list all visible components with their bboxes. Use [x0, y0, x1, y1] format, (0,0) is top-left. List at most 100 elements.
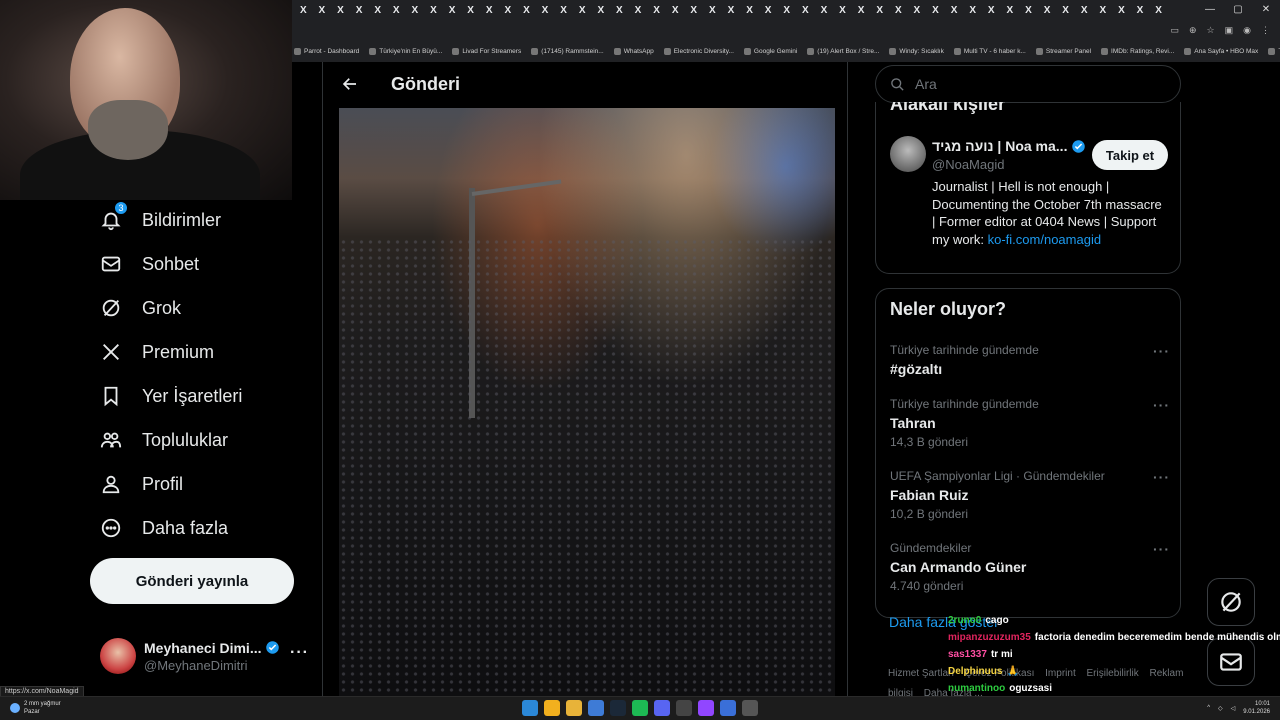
- browser-tab[interactable]: X: [945, 5, 964, 16]
- search-box[interactable]: [875, 65, 1181, 103]
- browser-tab[interactable]: X: [610, 5, 629, 16]
- start-icon[interactable]: [522, 700, 538, 716]
- user-bio-link[interactable]: ko-fi.com/noamagid: [988, 232, 1101, 247]
- browser-tab[interactable]: X: [926, 5, 945, 16]
- browser-tab[interactable]: X: [1112, 5, 1131, 16]
- maximize-button[interactable]: ▢: [1224, 0, 1252, 20]
- browser-tab[interactable]: X: [294, 5, 313, 16]
- browser-tab[interactable]: X: [963, 5, 982, 16]
- browser-tab[interactable]: X: [908, 5, 927, 16]
- bookmark-item[interactable]: IMDb: Ratings, Revi...: [1101, 47, 1174, 55]
- browser-tab[interactable]: X: [796, 5, 815, 16]
- bookmark-item[interactable]: Ana Sayfa • HBO Max: [1184, 47, 1258, 55]
- browser-tab[interactable]: X: [833, 5, 852, 16]
- spotify-icon[interactable]: [632, 700, 648, 716]
- volume-icon[interactable]: ◁: [1231, 705, 1236, 712]
- browser-tab[interactable]: X: [740, 5, 759, 16]
- close-window-button[interactable]: ✕: [1252, 0, 1280, 20]
- browser-tab[interactable]: X: [573, 5, 592, 16]
- bookmark-item[interactable]: Streamer Panel: [1035, 47, 1091, 55]
- nav-premium[interactable]: Premium: [98, 332, 214, 372]
- bookmark-item[interactable]: Google Gemini: [743, 47, 797, 55]
- browser-tab[interactable]: X: [461, 5, 480, 16]
- nav-communities[interactable]: Topluluklar: [98, 420, 228, 460]
- trend-item[interactable]: Gündemdekiler Can Armando Güner 4.740 gö…: [890, 541, 1170, 593]
- browser-tab[interactable]: X: [387, 5, 406, 16]
- browser-tab[interactable]: X: [1019, 5, 1038, 16]
- trend-item[interactable]: Türkiye tarihinde gündemde #gözaltı ···: [890, 343, 1170, 377]
- browser-tab[interactable]: X: [889, 5, 908, 16]
- bookmark-item[interactable]: Multi TV - 6 haber k...: [953, 47, 1026, 55]
- browser-tab[interactable]: X: [1149, 5, 1168, 16]
- cast-icon[interactable]: ▭: [1170, 25, 1179, 36]
- trend-more-icon[interactable]: ···: [1153, 343, 1170, 359]
- bookmark-item[interactable]: Electronic Diversity...: [663, 47, 734, 55]
- browser-tab[interactable]: X: [350, 5, 369, 16]
- search-input[interactable]: [915, 76, 1155, 92]
- trend-more-icon[interactable]: ···: [1153, 541, 1170, 557]
- back-arrow-icon[interactable]: [339, 73, 361, 95]
- app-icon[interactable]: [742, 700, 758, 716]
- trend-item[interactable]: Türkiye tarihinde gündemde Tahran 14,3 B…: [890, 397, 1170, 449]
- grok-fab[interactable]: [1207, 578, 1255, 626]
- profile-icon[interactable]: ◉: [1243, 25, 1251, 36]
- browser-tab[interactable]: X: [499, 5, 518, 16]
- weather-widget[interactable]: 2 mm yağmur Pazar: [10, 700, 61, 716]
- bookmark-item[interactable]: Türkiye'nin En Büyü...: [369, 47, 442, 55]
- browser-tab[interactable]: X: [536, 5, 555, 16]
- browser-tab[interactable]: X: [1131, 5, 1150, 16]
- network-icon[interactable]: ◇: [1218, 705, 1223, 712]
- browser-tab[interactable]: X: [629, 5, 648, 16]
- bookmark-item[interactable]: Parrot - Dashboard: [294, 47, 359, 55]
- extension-icon[interactable]: ▣: [1225, 25, 1234, 36]
- nav-profile[interactable]: Profil: [98, 464, 183, 504]
- browser-tab[interactable]: X: [703, 5, 722, 16]
- nav-notifications[interactable]: 3 Bildirimler: [98, 200, 221, 240]
- app-icon[interactable]: [676, 700, 692, 716]
- nav-more[interactable]: Daha fazla: [98, 508, 228, 548]
- browser-tab[interactable]: X: [852, 5, 871, 16]
- bookmark-item[interactable]: (17145) Rammstein...: [531, 47, 604, 55]
- browser-tab[interactable]: X: [1038, 5, 1057, 16]
- store-icon[interactable]: [588, 700, 604, 716]
- bookmark-item[interactable]: Tüm Yer İşaretleri: [1268, 47, 1280, 55]
- nav-grok[interactable]: Grok: [98, 288, 181, 328]
- bookmark-item[interactable]: Livad For Streamers: [452, 47, 521, 55]
- browser-tab[interactable]: X: [870, 5, 889, 16]
- browser-tab[interactable]: X: [443, 5, 462, 16]
- star-icon[interactable]: ☆: [1207, 25, 1215, 36]
- menu-icon[interactable]: ⋮: [1261, 25, 1270, 36]
- account-switcher[interactable]: Meyhaneci Dimi... @MeyhaneDimitri ···: [100, 630, 310, 682]
- trend-item[interactable]: UEFA Şampiyonlar Ligi · Gündemdekiler Fa…: [890, 469, 1170, 521]
- avatar[interactable]: [890, 136, 926, 172]
- browser-tab[interactable]: X: [592, 5, 611, 16]
- browser-tab[interactable]: X: [982, 5, 1001, 16]
- browser-tab[interactable]: X: [722, 5, 741, 16]
- browser-tab[interactable]: X: [1075, 5, 1094, 16]
- trend-more-icon[interactable]: ···: [1153, 469, 1170, 485]
- discord-icon[interactable]: [654, 700, 670, 716]
- messages-fab[interactable]: [1207, 638, 1255, 686]
- account-more-icon[interactable]: ···: [290, 644, 309, 662]
- browser-tab[interactable]: X: [424, 5, 443, 16]
- browser-tab[interactable]: X: [313, 5, 332, 16]
- chevron-up-icon[interactable]: ^: [1207, 705, 1210, 711]
- steam-icon[interactable]: [610, 700, 626, 716]
- browser-tab[interactable]: X: [815, 5, 834, 16]
- post-photo[interactable]: [339, 108, 835, 696]
- browser-tab[interactable]: X: [1001, 5, 1020, 16]
- obs-icon[interactable]: [720, 700, 736, 716]
- browser-tab[interactable]: X: [1056, 5, 1075, 16]
- bookmark-item[interactable]: Windy: Sıcaklık: [889, 47, 944, 55]
- user-name-row[interactable]: נועה מגיד | Noa ma...: [932, 138, 1086, 154]
- post-button[interactable]: Gönderi yayınla: [90, 558, 294, 604]
- browser-tab[interactable]: X: [759, 5, 778, 16]
- browser-tab[interactable]: X: [554, 5, 573, 16]
- browser-tab[interactable]: X: [368, 5, 387, 16]
- bookmark-item[interactable]: WhatsApp: [613, 47, 654, 55]
- twitch-icon[interactable]: [698, 700, 714, 716]
- browser-tab[interactable]: X: [480, 5, 499, 16]
- nav-bookmarks[interactable]: Yer İşaretleri: [98, 376, 242, 416]
- zoom-icon[interactable]: ⊕: [1189, 25, 1197, 36]
- chrome-icon[interactable]: [544, 700, 560, 716]
